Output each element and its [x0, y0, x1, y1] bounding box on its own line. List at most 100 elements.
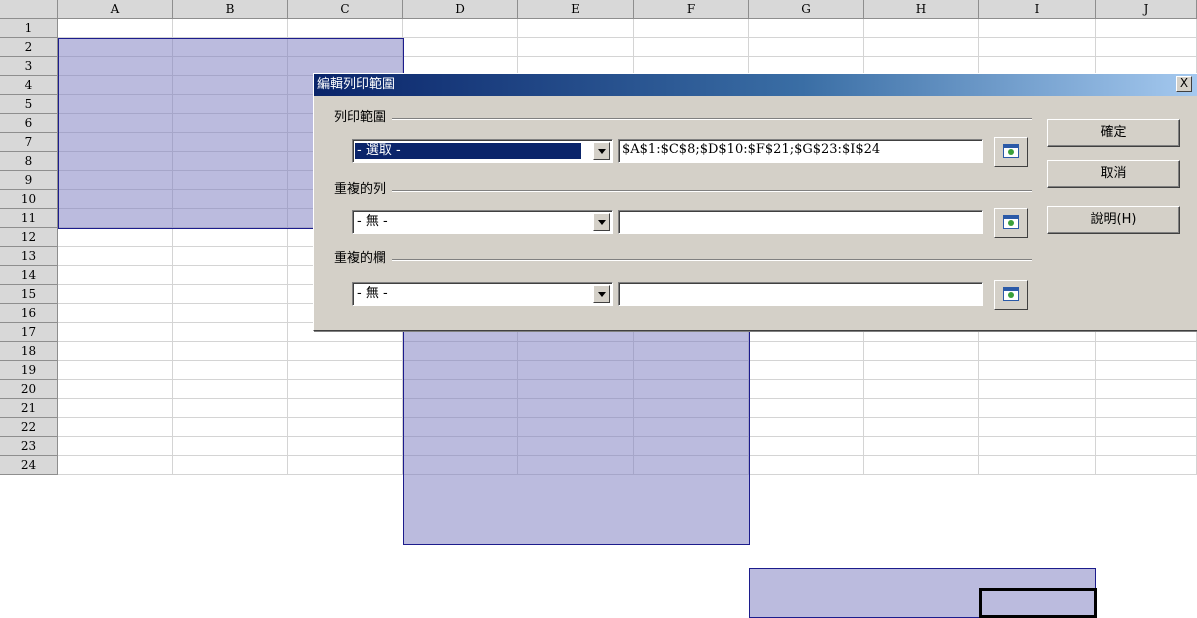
cell-a20[interactable]: [58, 380, 173, 399]
select-all-corner[interactable]: [0, 0, 58, 19]
row-header-10[interactable]: 10: [0, 190, 58, 209]
cell-c1[interactable]: [288, 19, 403, 38]
column-header-h[interactable]: H: [864, 0, 979, 19]
cell-b11[interactable]: [173, 209, 288, 228]
chevron-down-icon[interactable]: [593, 285, 610, 303]
column-header-g[interactable]: G: [749, 0, 864, 19]
cell-d20[interactable]: [403, 380, 518, 399]
print-range-shrink-button[interactable]: [994, 137, 1028, 167]
cell-a19[interactable]: [58, 361, 173, 380]
cell-g23[interactable]: [749, 437, 864, 456]
cell-b7[interactable]: [173, 133, 288, 152]
cell-a7[interactable]: [58, 133, 173, 152]
cell-c20[interactable]: [288, 380, 403, 399]
cell-d19[interactable]: [403, 361, 518, 380]
cell-e22[interactable]: [518, 418, 634, 437]
row-header-4[interactable]: 4: [0, 76, 58, 95]
column-header-a[interactable]: A: [58, 0, 173, 19]
cell-d18[interactable]: [403, 342, 518, 361]
repeat-rows-shrink-button[interactable]: [994, 208, 1028, 238]
cell-b1[interactable]: [173, 19, 288, 38]
cell-a17[interactable]: [58, 323, 173, 342]
cell-d24[interactable]: [403, 456, 518, 475]
cell-i18[interactable]: [979, 342, 1096, 361]
cell-c2[interactable]: [288, 38, 403, 57]
row-header-20[interactable]: 20: [0, 380, 58, 399]
cell-h20[interactable]: [864, 380, 979, 399]
row-header-7[interactable]: 7: [0, 133, 58, 152]
row-header-5[interactable]: 5: [0, 95, 58, 114]
cell-i19[interactable]: [979, 361, 1096, 380]
cancel-button[interactable]: 取消: [1047, 160, 1180, 188]
cell-b22[interactable]: [173, 418, 288, 437]
row-header-12[interactable]: 12: [0, 228, 58, 247]
row-header-19[interactable]: 19: [0, 361, 58, 380]
column-header-e[interactable]: E: [518, 0, 634, 19]
cell-a15[interactable]: [58, 285, 173, 304]
column-header-d[interactable]: D: [403, 0, 518, 19]
cell-c22[interactable]: [288, 418, 403, 437]
cell-f23[interactable]: [634, 437, 749, 456]
help-button[interactable]: 說明(H): [1047, 206, 1180, 234]
close-button[interactable]: X: [1176, 76, 1192, 92]
repeat-columns-shrink-button[interactable]: [994, 280, 1028, 310]
cell-g21[interactable]: [749, 399, 864, 418]
cell-h23[interactable]: [864, 437, 979, 456]
cell-j23[interactable]: [1096, 437, 1197, 456]
cell-a23[interactable]: [58, 437, 173, 456]
cell-d2[interactable]: [403, 38, 518, 57]
cell-a12[interactable]: [58, 228, 173, 247]
cell-i23[interactable]: [979, 437, 1096, 456]
cell-a22[interactable]: [58, 418, 173, 437]
row-header-2[interactable]: 2: [0, 38, 58, 57]
column-header-f[interactable]: F: [634, 0, 749, 19]
cell-c24[interactable]: [288, 456, 403, 475]
cell-b8[interactable]: [173, 152, 288, 171]
row-header-15[interactable]: 15: [0, 285, 58, 304]
repeat-columns-combobox[interactable]: - 無 -: [352, 282, 613, 306]
row-header-3[interactable]: 3: [0, 57, 58, 76]
cell-b9[interactable]: [173, 171, 288, 190]
cell-j18[interactable]: [1096, 342, 1197, 361]
cell-h19[interactable]: [864, 361, 979, 380]
cell-e19[interactable]: [518, 361, 634, 380]
cell-e24[interactable]: [518, 456, 634, 475]
cell-e2[interactable]: [518, 38, 634, 57]
print-range-input[interactable]: $A$1:$C$8;$D$10:$F$21;$G$23:$I$24: [618, 139, 983, 163]
column-header-i[interactable]: I: [979, 0, 1096, 19]
cell-a11[interactable]: [58, 209, 173, 228]
cell-h1[interactable]: [864, 19, 979, 38]
cell-f22[interactable]: [634, 418, 749, 437]
column-header-j[interactable]: J: [1096, 0, 1197, 19]
cell-i24[interactable]: [979, 456, 1096, 475]
cell-a3[interactable]: [58, 57, 173, 76]
chevron-down-icon[interactable]: [593, 142, 610, 160]
cell-b20[interactable]: [173, 380, 288, 399]
cell-e20[interactable]: [518, 380, 634, 399]
cell-b13[interactable]: [173, 247, 288, 266]
cell-b21[interactable]: [173, 399, 288, 418]
cell-f21[interactable]: [634, 399, 749, 418]
cell-j20[interactable]: [1096, 380, 1197, 399]
cell-g20[interactable]: [749, 380, 864, 399]
cell-b16[interactable]: [173, 304, 288, 323]
cell-g22[interactable]: [749, 418, 864, 437]
cell-a5[interactable]: [58, 95, 173, 114]
cell-f19[interactable]: [634, 361, 749, 380]
row-header-14[interactable]: 14: [0, 266, 58, 285]
cell-a24[interactable]: [58, 456, 173, 475]
cell-f2[interactable]: [634, 38, 749, 57]
cell-f1[interactable]: [634, 19, 749, 38]
cell-c19[interactable]: [288, 361, 403, 380]
dialog-titlebar[interactable]: 編輯列印範圍: [314, 74, 1197, 96]
cell-g19[interactable]: [749, 361, 864, 380]
cell-a6[interactable]: [58, 114, 173, 133]
row-header-8[interactable]: 8: [0, 152, 58, 171]
cell-h2[interactable]: [864, 38, 979, 57]
cell-d1[interactable]: [403, 19, 518, 38]
cell-e23[interactable]: [518, 437, 634, 456]
repeat-rows-combobox[interactable]: - 無 -: [352, 210, 613, 234]
cell-a10[interactable]: [58, 190, 173, 209]
cell-a13[interactable]: [58, 247, 173, 266]
cell-i20[interactable]: [979, 380, 1096, 399]
